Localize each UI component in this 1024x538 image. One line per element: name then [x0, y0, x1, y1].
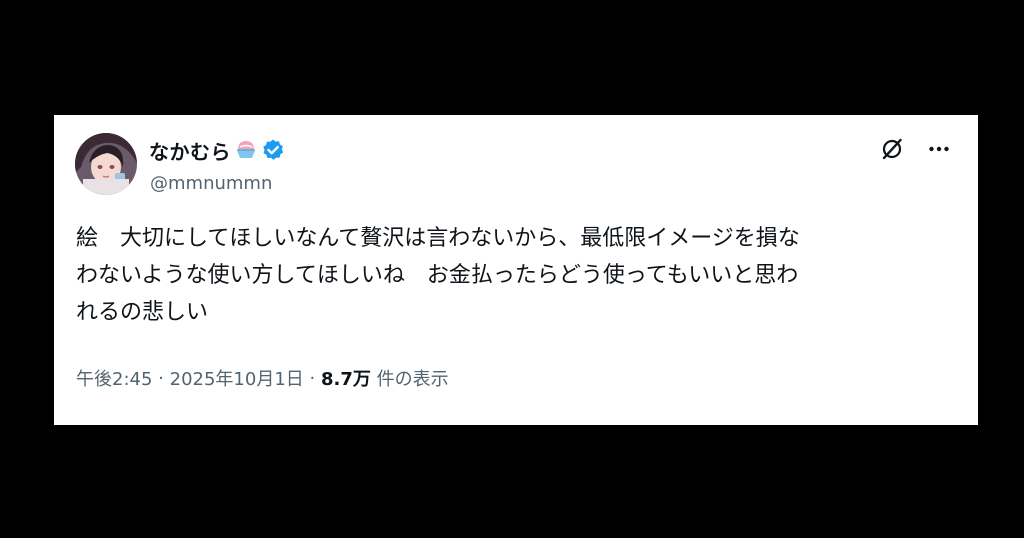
display-name[interactable]: なかむら [149, 136, 231, 165]
avatar[interactable] [75, 133, 137, 195]
views-label: 件の表示 [376, 369, 449, 390]
views-count[interactable]: 8.7万 [321, 365, 371, 391]
tweet-time[interactable]: 午後2:45 [76, 365, 152, 391]
tweet-date[interactable]: 2025年10月1日 [170, 365, 304, 391]
tweet-actions [880, 137, 950, 161]
shaved-ice-emoji-icon [234, 138, 258, 162]
author-name-row: なかむら [149, 135, 285, 165]
verified-badge-icon [261, 138, 285, 162]
more-icon[interactable] [928, 138, 950, 160]
grok-icon[interactable] [880, 137, 904, 161]
tweet-card: なかむら @mmnummn 絵 大切にしてほしいなんて贅沢は言わないから、最低限… [54, 115, 978, 425]
tweet-meta: 午後2:45 · 2025年10月1日 · 8.7万 件の表示 [76, 365, 449, 391]
author-handle[interactable]: @mmnummn [150, 173, 272, 194]
tweet-text: 絵 大切にしてほしいなんて贅沢は言わないから、最低限イメージを損な わないような… [76, 226, 800, 325]
